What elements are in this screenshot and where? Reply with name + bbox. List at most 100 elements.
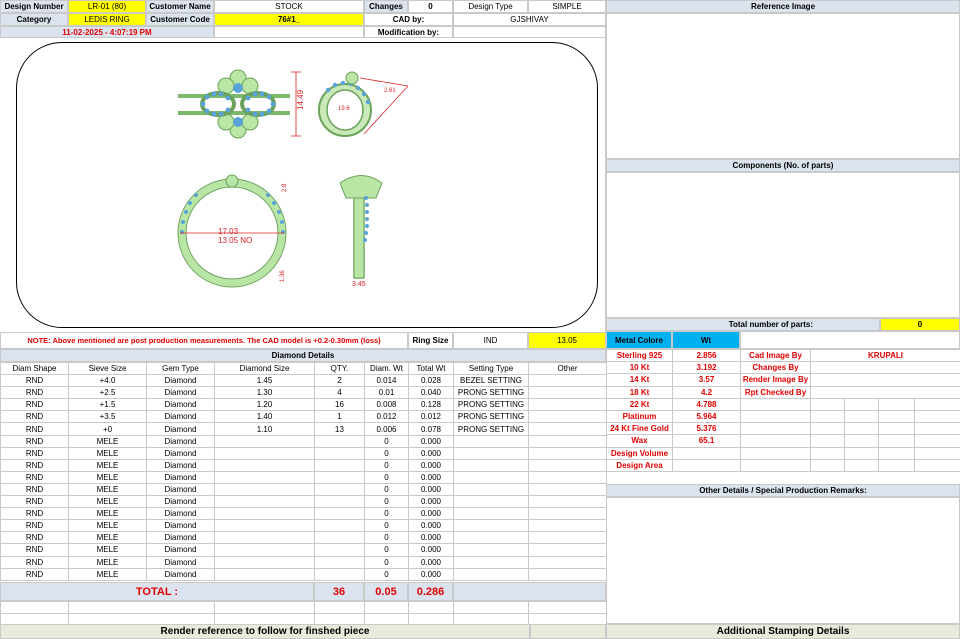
- diamond-size-cell[interactable]: [214, 555, 315, 569]
- total-wt-cell[interactable]: 0.000: [408, 446, 454, 460]
- gem-type-cell[interactable]: Diamond: [146, 434, 215, 448]
- diamond-size-cell[interactable]: 1.30: [214, 386, 315, 400]
- diam-shape-cell[interactable]: RND: [0, 446, 69, 460]
- diam-shape-cell[interactable]: RND: [0, 410, 69, 424]
- diam-shape-cell[interactable]: RND: [0, 507, 69, 521]
- setting-type-cell[interactable]: [453, 507, 529, 521]
- sieve-size-cell[interactable]: MELE: [68, 495, 147, 509]
- metal-weight[interactable]: [672, 446, 741, 460]
- qty-cell[interactable]: 2: [314, 374, 365, 388]
- diam-shape-cell[interactable]: RND: [0, 567, 69, 581]
- diamond-size-cell[interactable]: 1.10: [214, 422, 315, 436]
- diamond-size-cell[interactable]: [214, 495, 315, 509]
- diam-shape-cell[interactable]: RND: [0, 422, 69, 436]
- other-cell[interactable]: [528, 555, 607, 569]
- qty-cell[interactable]: 4: [314, 386, 365, 400]
- customer-code-value[interactable]: 76#1_: [214, 13, 364, 26]
- diam-wt-cell[interactable]: 0: [364, 507, 409, 521]
- diam-wt-cell[interactable]: 0: [364, 458, 409, 472]
- gem-type-cell[interactable]: Diamond: [146, 458, 215, 472]
- diam-shape-cell[interactable]: RND: [0, 531, 69, 545]
- gem-type-cell[interactable]: Diamond: [146, 567, 215, 581]
- other-cell[interactable]: [528, 543, 607, 557]
- sieve-size-cell[interactable]: +3.5: [68, 410, 147, 424]
- metal-weight[interactable]: 5.376: [672, 422, 741, 436]
- total-wt-cell[interactable]: 0.128: [408, 398, 454, 412]
- diamond-size-cell[interactable]: [214, 458, 315, 472]
- metal-weight[interactable]: 5.964: [672, 409, 741, 424]
- setting-type-cell[interactable]: [453, 458, 529, 472]
- other-cell[interactable]: [528, 422, 607, 436]
- diamond-size-cell[interactable]: [214, 482, 315, 497]
- gem-type-cell[interactable]: Diamond: [146, 386, 215, 400]
- other-cell[interactable]: [528, 519, 607, 533]
- total-wt-cell[interactable]: 0.000: [408, 531, 454, 545]
- other-cell[interactable]: [528, 531, 607, 545]
- metal-weight[interactable]: 65.1: [672, 434, 741, 448]
- setting-type-cell[interactable]: [453, 482, 529, 497]
- diam-wt-cell[interactable]: 0.006: [364, 422, 409, 436]
- sieve-size-cell[interactable]: MELE: [68, 434, 147, 448]
- diam-shape-cell[interactable]: RND: [0, 470, 69, 484]
- diam-wt-cell[interactable]: 0: [364, 531, 409, 545]
- ring-size-standard[interactable]: IND: [453, 332, 528, 349]
- total-wt-cell[interactable]: 0.000: [408, 543, 454, 557]
- qty-cell[interactable]: [314, 446, 365, 460]
- design-type-value[interactable]: SIMPLE: [528, 0, 606, 13]
- sieve-size-cell[interactable]: MELE: [68, 507, 147, 521]
- diamond-size-cell[interactable]: [214, 567, 315, 581]
- gem-type-cell[interactable]: Diamond: [146, 507, 215, 521]
- total-wt-cell[interactable]: 0.000: [408, 567, 454, 581]
- qty-cell[interactable]: [314, 458, 365, 472]
- sieve-size-cell[interactable]: +1.5: [68, 398, 147, 412]
- other-details-area[interactable]: [606, 497, 960, 624]
- sieve-size-cell[interactable]: MELE: [68, 470, 147, 484]
- total-wt-cell[interactable]: 0.000: [408, 458, 454, 472]
- setting-type-cell[interactable]: PRONG SETTING: [453, 386, 529, 400]
- credit-value[interactable]: [809, 385, 960, 399]
- diam-wt-cell[interactable]: 0.012: [364, 410, 409, 424]
- qty-cell[interactable]: [314, 543, 365, 557]
- diam-wt-cell[interactable]: 0: [364, 567, 409, 581]
- diam-shape-cell[interactable]: RND: [0, 374, 69, 388]
- total-wt-cell[interactable]: 0.000: [408, 495, 454, 509]
- total-wt-cell[interactable]: 0.078: [408, 422, 454, 436]
- diam-shape-cell[interactable]: RND: [0, 555, 69, 569]
- diam-wt-cell[interactable]: 0: [364, 555, 409, 569]
- sieve-size-cell[interactable]: +0: [68, 422, 147, 436]
- diam-shape-cell[interactable]: RND: [0, 543, 69, 557]
- sieve-size-cell[interactable]: MELE: [68, 519, 147, 533]
- other-cell[interactable]: [528, 458, 607, 472]
- setting-type-cell[interactable]: [453, 519, 529, 533]
- qty-cell[interactable]: 16: [314, 398, 365, 412]
- diamond-size-cell[interactable]: [214, 531, 315, 545]
- qty-cell[interactable]: [314, 567, 365, 581]
- diamond-size-cell[interactable]: 1.20: [214, 398, 315, 412]
- diamond-size-cell[interactable]: [214, 543, 315, 557]
- diam-shape-cell[interactable]: RND: [0, 398, 69, 412]
- qty-cell[interactable]: [314, 470, 365, 484]
- total-wt-cell[interactable]: 0.000: [408, 507, 454, 521]
- gem-type-cell[interactable]: Diamond: [146, 531, 215, 545]
- other-cell[interactable]: [528, 482, 607, 497]
- metal-weight[interactable]: 4.788: [672, 397, 741, 411]
- setting-type-cell[interactable]: [453, 567, 529, 581]
- gem-type-cell[interactable]: Diamond: [146, 519, 215, 533]
- diam-wt-cell[interactable]: 0: [364, 543, 409, 557]
- qty-cell[interactable]: [314, 531, 365, 545]
- diam-shape-cell[interactable]: RND: [0, 495, 69, 509]
- gem-type-cell[interactable]: Diamond: [146, 410, 215, 424]
- setting-type-cell[interactable]: [453, 470, 529, 484]
- metal-weight[interactable]: [672, 458, 741, 472]
- other-cell[interactable]: [528, 374, 607, 388]
- total-wt-cell[interactable]: 0.028: [408, 374, 454, 388]
- diam-wt-cell[interactable]: 0.01: [364, 386, 409, 400]
- diam-shape-cell[interactable]: RND: [0, 458, 69, 472]
- sieve-size-cell[interactable]: MELE: [68, 458, 147, 472]
- diamond-size-cell[interactable]: [214, 470, 315, 484]
- sieve-size-cell[interactable]: MELE: [68, 446, 147, 460]
- sieve-size-cell[interactable]: MELE: [68, 482, 147, 497]
- setting-type-cell[interactable]: PRONG SETTING: [453, 422, 529, 436]
- qty-cell[interactable]: [314, 482, 365, 497]
- diam-wt-cell[interactable]: 0: [364, 446, 409, 460]
